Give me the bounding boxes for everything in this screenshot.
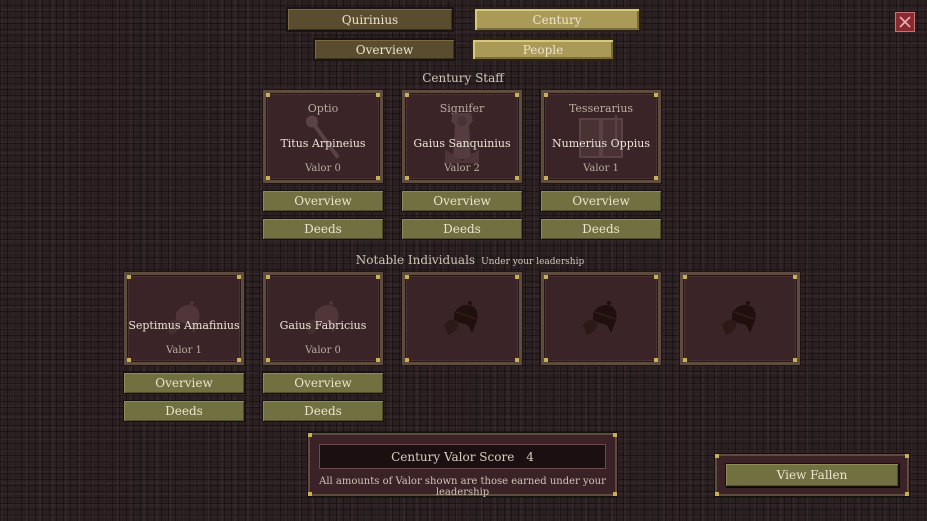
close-button[interactable] — [895, 12, 915, 32]
optio-overview-button[interactable]: Overview — [262, 190, 384, 212]
valor-note: All amounts of Valor shown are those ear… — [319, 476, 606, 498]
notable-title-text: Notable Individuals — [355, 253, 476, 267]
tab-quirinius[interactable]: Quirinius — [286, 7, 454, 32]
subtab-overview[interactable]: Overview — [313, 38, 456, 61]
septimus-overview-button[interactable]: Overview — [123, 372, 245, 394]
gaius-deeds-button[interactable]: Deeds — [262, 400, 384, 422]
staff-name: Gaius Sanquinius — [413, 137, 511, 150]
notable-card[interactable]: Gaius Fabricius Valor 0 — [262, 271, 384, 366]
tab-century[interactable]: Century — [473, 7, 641, 32]
notable-individuals-title: Notable Individuals Under your leadership — [340, 253, 600, 267]
staff-name: Titus Arpineius — [280, 137, 366, 150]
notable-card-empty — [540, 271, 662, 366]
view-fallen-button[interactable]: View Fallen — [725, 463, 899, 487]
century-staff-title: Century Staff — [422, 71, 504, 85]
empty-helmet-icon — [583, 300, 617, 335]
notable-name: Septimus Amafinius — [128, 319, 240, 332]
gaius-overview-button[interactable]: Overview — [262, 372, 384, 394]
signifer-deeds-button[interactable]: Deeds — [401, 218, 523, 240]
notable-card-empty — [679, 271, 801, 366]
empty-helmet-icon — [444, 300, 478, 335]
century-valor-panel: Century Valor Score 4 All amounts of Val… — [308, 433, 617, 498]
close-x-icon — [899, 16, 911, 28]
notable-name: Gaius Fabricius — [279, 319, 367, 332]
septimus-deeds-button[interactable]: Deeds — [123, 400, 245, 422]
tesserarius-overview-button[interactable]: Overview — [540, 190, 662, 212]
notable-valor: Valor 0 — [305, 345, 341, 356]
signifer-overview-button[interactable]: Overview — [401, 190, 523, 212]
valor-score-value: 4 — [526, 449, 534, 464]
notable-valor: Valor 1 — [166, 345, 202, 356]
empty-helmet-icon — [722, 300, 756, 335]
staff-name: Numerius Oppius — [551, 137, 650, 150]
staff-card-optio[interactable]: Optio Titus Arpineius Valor 0 — [262, 89, 384, 184]
tesserarius-deeds-button[interactable]: Deeds — [540, 218, 662, 240]
notable-card-empty — [401, 271, 523, 366]
subtab-people[interactable]: People — [471, 38, 615, 61]
notable-subtitle: Under your leadership — [481, 257, 585, 267]
optio-deeds-button[interactable]: Deeds — [262, 218, 384, 240]
staff-valor: Valor 0 — [305, 163, 341, 174]
staff-valor: Valor 1 — [583, 163, 619, 174]
staff-valor: Valor 2 — [444, 163, 480, 174]
staff-role: Tesserarius — [568, 102, 634, 115]
notable-card[interactable]: Septimus Amafinius Valor 1 — [123, 271, 245, 366]
staff-card-tesserarius[interactable]: Tesserarius Numerius Oppius Valor 1 — [540, 89, 662, 184]
valor-score-label: Century Valor Score — [391, 449, 515, 464]
staff-card-signifer[interactable]: Signifer Gaius Sanquinius Valor 2 — [401, 89, 523, 184]
valor-score-box: Century Valor Score 4 — [319, 444, 606, 469]
view-fallen-panel: View Fallen — [715, 454, 909, 496]
